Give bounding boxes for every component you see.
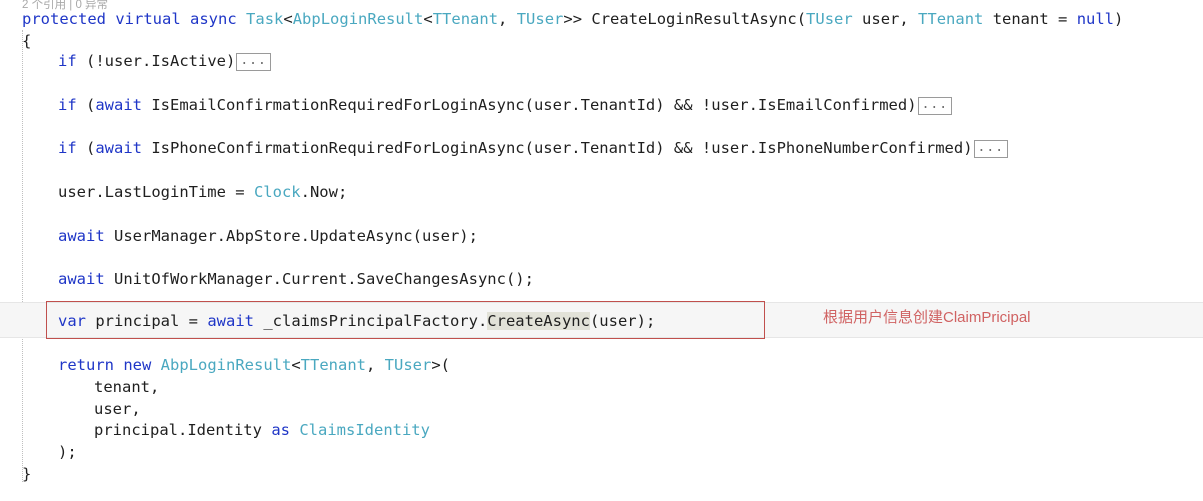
type-ttenant: TTenant [432,10,499,28]
keyword-await-4: await [58,270,105,288]
param-type-ttenant: TTenant [918,10,984,28]
code-line-arg-principal[interactable]: principal.Identity as ClaimsIdentity [0,421,430,439]
angle-open-2: < [423,10,433,28]
paren-open-2: ( [76,96,96,114]
code-line-return[interactable]: return new AbpLoginResult<TTenant, TUser… [0,356,450,374]
type-abploginresult: AbpLoginResult [292,10,424,28]
arg-user: user, [94,400,141,418]
type-clock: Clock [253,183,301,201]
code-line-close-paren[interactable]: ); [0,443,77,461]
angle-close: >> [563,10,592,28]
code-line-save-changes[interactable]: await UnitOfWorkManager.Current.SaveChan… [0,270,534,288]
save-changes-rest: UnitOfWorkManager.Current.SaveChangesAsy… [104,270,534,288]
code-lines: protected virtual async Task<AbpLoginRes… [0,0,1203,501]
code-line-if-phone[interactable]: if (await IsPhoneConfirmationRequiredFor… [0,139,1009,158]
keyword-if-2: if [58,96,77,114]
param-tenant: tenant = [983,10,1077,28]
type-ttenant-2: TTenant [300,356,366,374]
lastlogin-rhs: .Now; [300,183,348,201]
principal-tail: (user); [589,312,656,330]
space-3 [237,10,246,28]
keyword-return: return [58,356,114,374]
if-phone-condition: IsPhoneConfirmationRequiredForLoginAsync… [142,139,973,157]
keyword-await-1: await [95,96,143,114]
if-isactive-condition: (!user.IsActive) [76,52,236,70]
keyword-new: new [114,356,152,374]
code-line-arg-user[interactable]: user, [0,400,141,418]
keyword-null: null [1076,10,1115,28]
type-tuser-2: TUser [384,356,432,374]
angle-open-1: < [283,10,293,28]
keyword-var: var [58,312,86,330]
arg-principal-lhs: principal.Identity [94,421,272,439]
method-name: CreateLoginResultAsync [591,10,797,28]
keyword-await-5: await [207,312,254,330]
code-line-close-brace[interactable]: } [0,465,31,483]
keyword-async: async [190,10,237,28]
comma-1: , [498,10,517,28]
code-line-arg-tenant[interactable]: tenant, [0,378,159,396]
type-claimsidentity: ClaimsIdentity [299,421,430,439]
comma-2: , [366,356,385,374]
type-task: Task [246,10,284,28]
brace-open: { [22,32,32,50]
selected-method-createasync[interactable]: CreateAsync [487,312,590,330]
space-4 [151,356,160,374]
code-line-if-email[interactable]: if (await IsEmailConfirmationRequiredFor… [0,96,953,115]
angle-open-3: < [291,356,301,374]
arg-tenant: tenant, [94,378,160,396]
keyword-await-3: await [58,227,105,245]
angle-close-2: >( [431,356,451,374]
type-tuser: TUser [516,10,564,28]
code-line-signature[interactable]: protected virtual async Task<AbpLoginRes… [0,10,1123,28]
keyword-if-1: if [58,52,77,70]
keyword-protected: protected [22,10,106,28]
code-line-update-async[interactable]: await UserManager.AbpStore.UpdateAsync(u… [0,227,478,245]
keyword-if-3: if [58,139,77,157]
lastlogin-lhs: user.LastLoginTime = [58,183,254,201]
collapsed-block-2[interactable]: ... [917,97,953,115]
keyword-virtual: virtual [115,10,181,28]
code-line-if-isactive[interactable]: if (!user.IsActive)... [0,52,271,71]
paren-close: ) [1114,10,1124,28]
code-line-principal[interactable]: var principal = await _claimsPrincipalFa… [0,312,655,330]
collapsed-block-1[interactable]: ... [236,53,271,71]
code-editor[interactable]: 2 个引用 | 0 异常 根据用户信息创建ClaimPricipal prote… [0,0,1203,501]
if-email-condition: IsEmailConfirmationRequiredForLoginAsync… [142,96,917,114]
param-user: user, [852,10,919,28]
close-paren: ); [58,443,77,461]
type-abploginresult-2: AbpLoginResult [160,356,292,374]
space-1 [106,10,115,28]
principal-mid: principal = [86,312,208,330]
paren-open-3: ( [76,139,96,157]
update-async-rest: UserManager.AbpStore.UpdateAsync(user); [104,227,478,245]
collapsed-block-3[interactable]: ... [973,140,1009,158]
param-type-tuser: TUser [806,10,853,28]
code-line-lastlogintime[interactable]: user.LastLoginTime = Clock.Now; [0,183,347,201]
keyword-as: as [271,421,290,439]
space-2 [181,10,190,28]
paren-open: ( [796,10,807,28]
principal-factory: _claimsPrincipalFactory. [254,312,488,330]
code-line-open-brace[interactable]: { [0,32,31,50]
space-5 [290,421,299,439]
keyword-await-2: await [95,139,143,157]
brace-close: } [22,465,32,483]
